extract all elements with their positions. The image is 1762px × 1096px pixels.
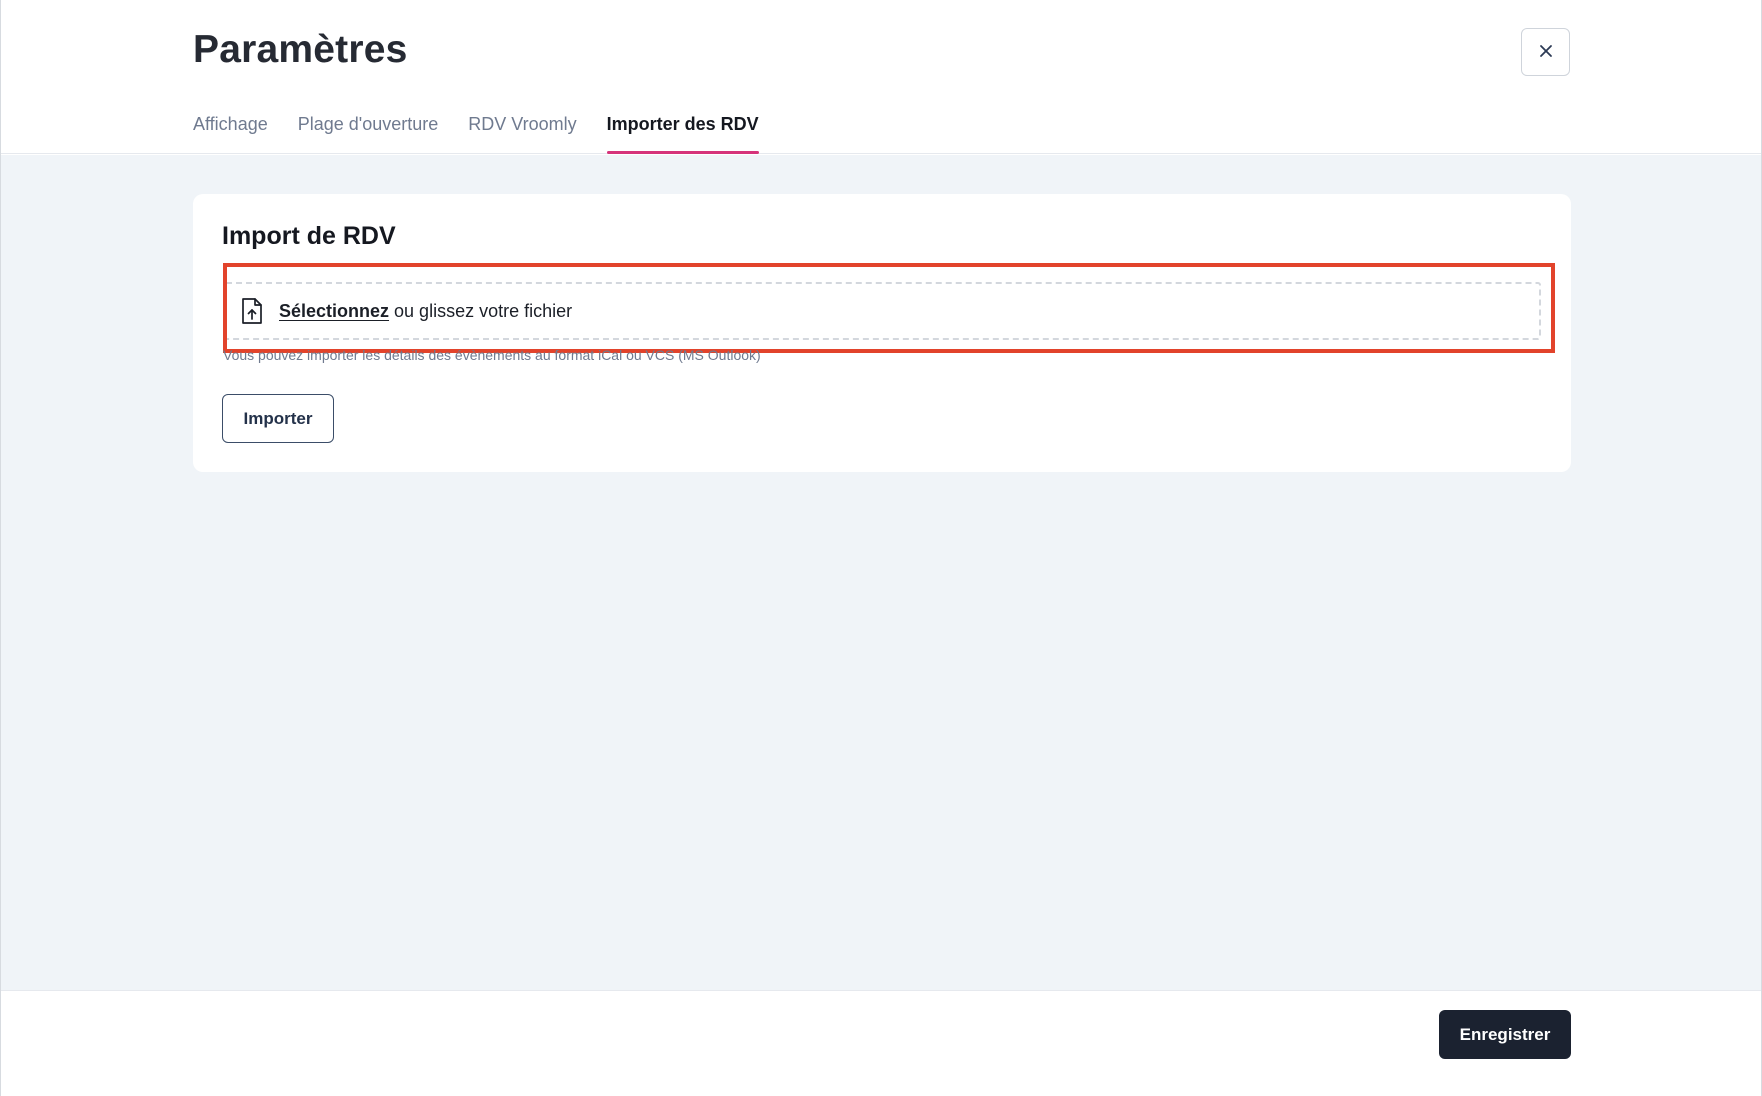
tab-rdv-vroomly[interactable]: RDV Vroomly bbox=[468, 112, 576, 154]
help-text: Vous pouvez importer les détails des évè… bbox=[223, 347, 761, 363]
tab-affichage[interactable]: Affichage bbox=[193, 112, 268, 154]
card-title: Import de RDV bbox=[222, 222, 396, 250]
settings-header: Paramètres Affichage Plage d'ouverture R… bbox=[1, 0, 1761, 154]
close-icon bbox=[1538, 43, 1554, 62]
save-button[interactable]: Enregistrer bbox=[1439, 1010, 1571, 1059]
settings-window: Paramètres Affichage Plage d'ouverture R… bbox=[0, 0, 1762, 1096]
settings-footer: Enregistrer bbox=[1, 990, 1761, 1096]
main-content: Import de RDV Sélectionnez ou glissez vo… bbox=[1, 155, 1761, 990]
page-title: Paramètres bbox=[193, 28, 408, 71]
highlight-annotation bbox=[223, 263, 1555, 353]
close-button[interactable] bbox=[1521, 28, 1570, 76]
import-button[interactable]: Importer bbox=[222, 394, 334, 443]
tab-importer-rdv[interactable]: Importer des RDV bbox=[606, 112, 759, 154]
settings-tabs: Affichage Plage d'ouverture RDV Vroomly … bbox=[193, 112, 789, 154]
tab-plage-ouverture[interactable]: Plage d'ouverture bbox=[298, 112, 439, 154]
import-card: Import de RDV Sélectionnez ou glissez vo… bbox=[193, 194, 1571, 472]
